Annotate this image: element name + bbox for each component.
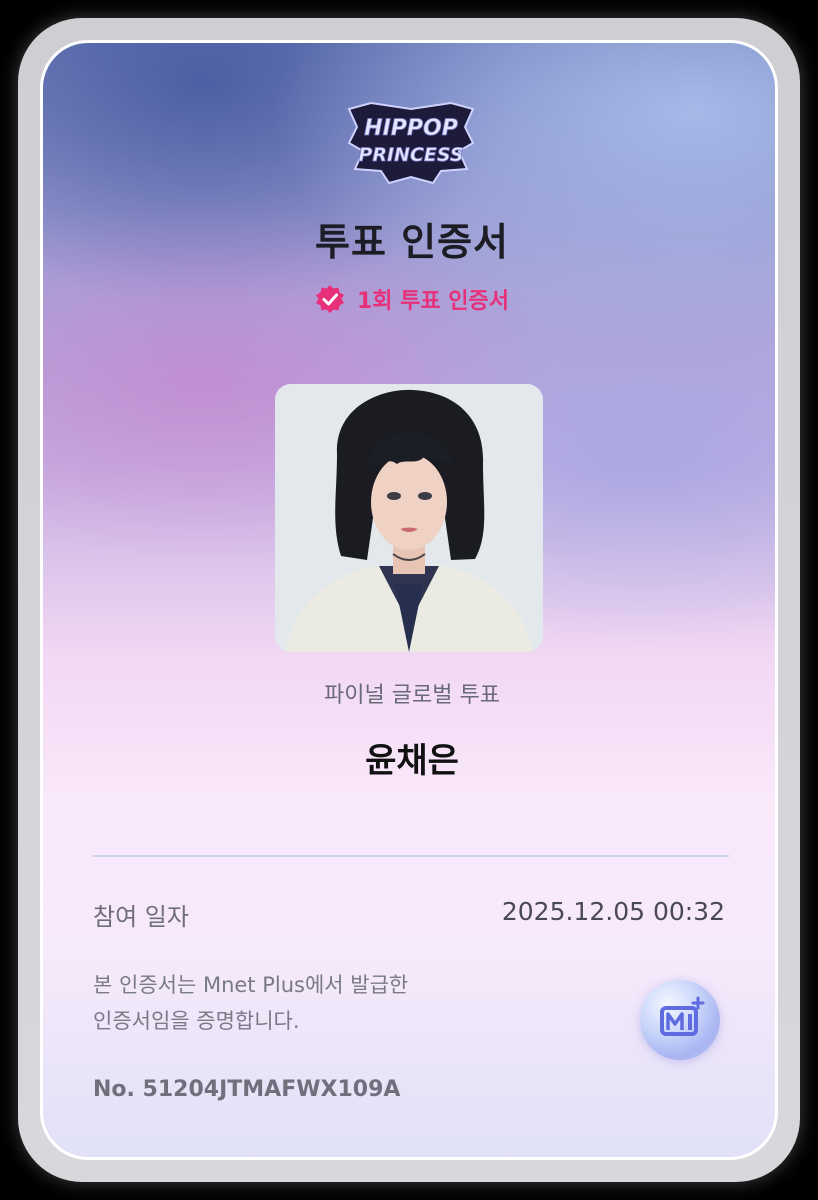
issuer-notice-line1: 본 인증서는 Mnet Plus에서 발급한 <box>93 973 409 997</box>
vote-count-badge: 1회 투표 인증서 <box>43 283 775 315</box>
participation-date-label: 참여 일자 <box>93 903 189 931</box>
section-divider <box>93 855 729 857</box>
issuer-notice: 본 인증서는 Mnet Plus에서 발급한 인증서임을 증명합니다. <box>93 967 533 1039</box>
candidate-photo <box>275 384 543 652</box>
logo-text-line2: PRINCESS <box>358 144 463 166</box>
certificate-serial-number: No. 51204JTMAFWX109A <box>93 1077 401 1102</box>
issuer-notice-line2: 인증서임을 증명합니다. <box>93 1009 300 1033</box>
hippop-princess-logo: HIPPOP PRINCESS <box>347 101 475 185</box>
vote-event-name: 파이널 글로벌 투표 <box>324 683 500 708</box>
participation-date-value: 2025.12.05 00:32 <box>501 897 725 926</box>
portrait-image <box>275 384 543 652</box>
verified-check-icon <box>315 285 344 313</box>
mnet-plus-glyph <box>660 996 705 1036</box>
badge-label: 1회 투표 인증서 <box>356 289 510 314</box>
logo-text-line1: HIPPOP <box>364 116 458 141</box>
mnet-plus-logo-icon <box>640 980 720 1060</box>
vote-certificate-card: HIPPOP PRINCESS 투표 인증서 1회 투표 인증서 파이널 글로벌… <box>40 40 778 1160</box>
certificate-title: 투표 인증서 <box>314 220 510 264</box>
candidate-name: 윤채은 <box>365 741 459 781</box>
